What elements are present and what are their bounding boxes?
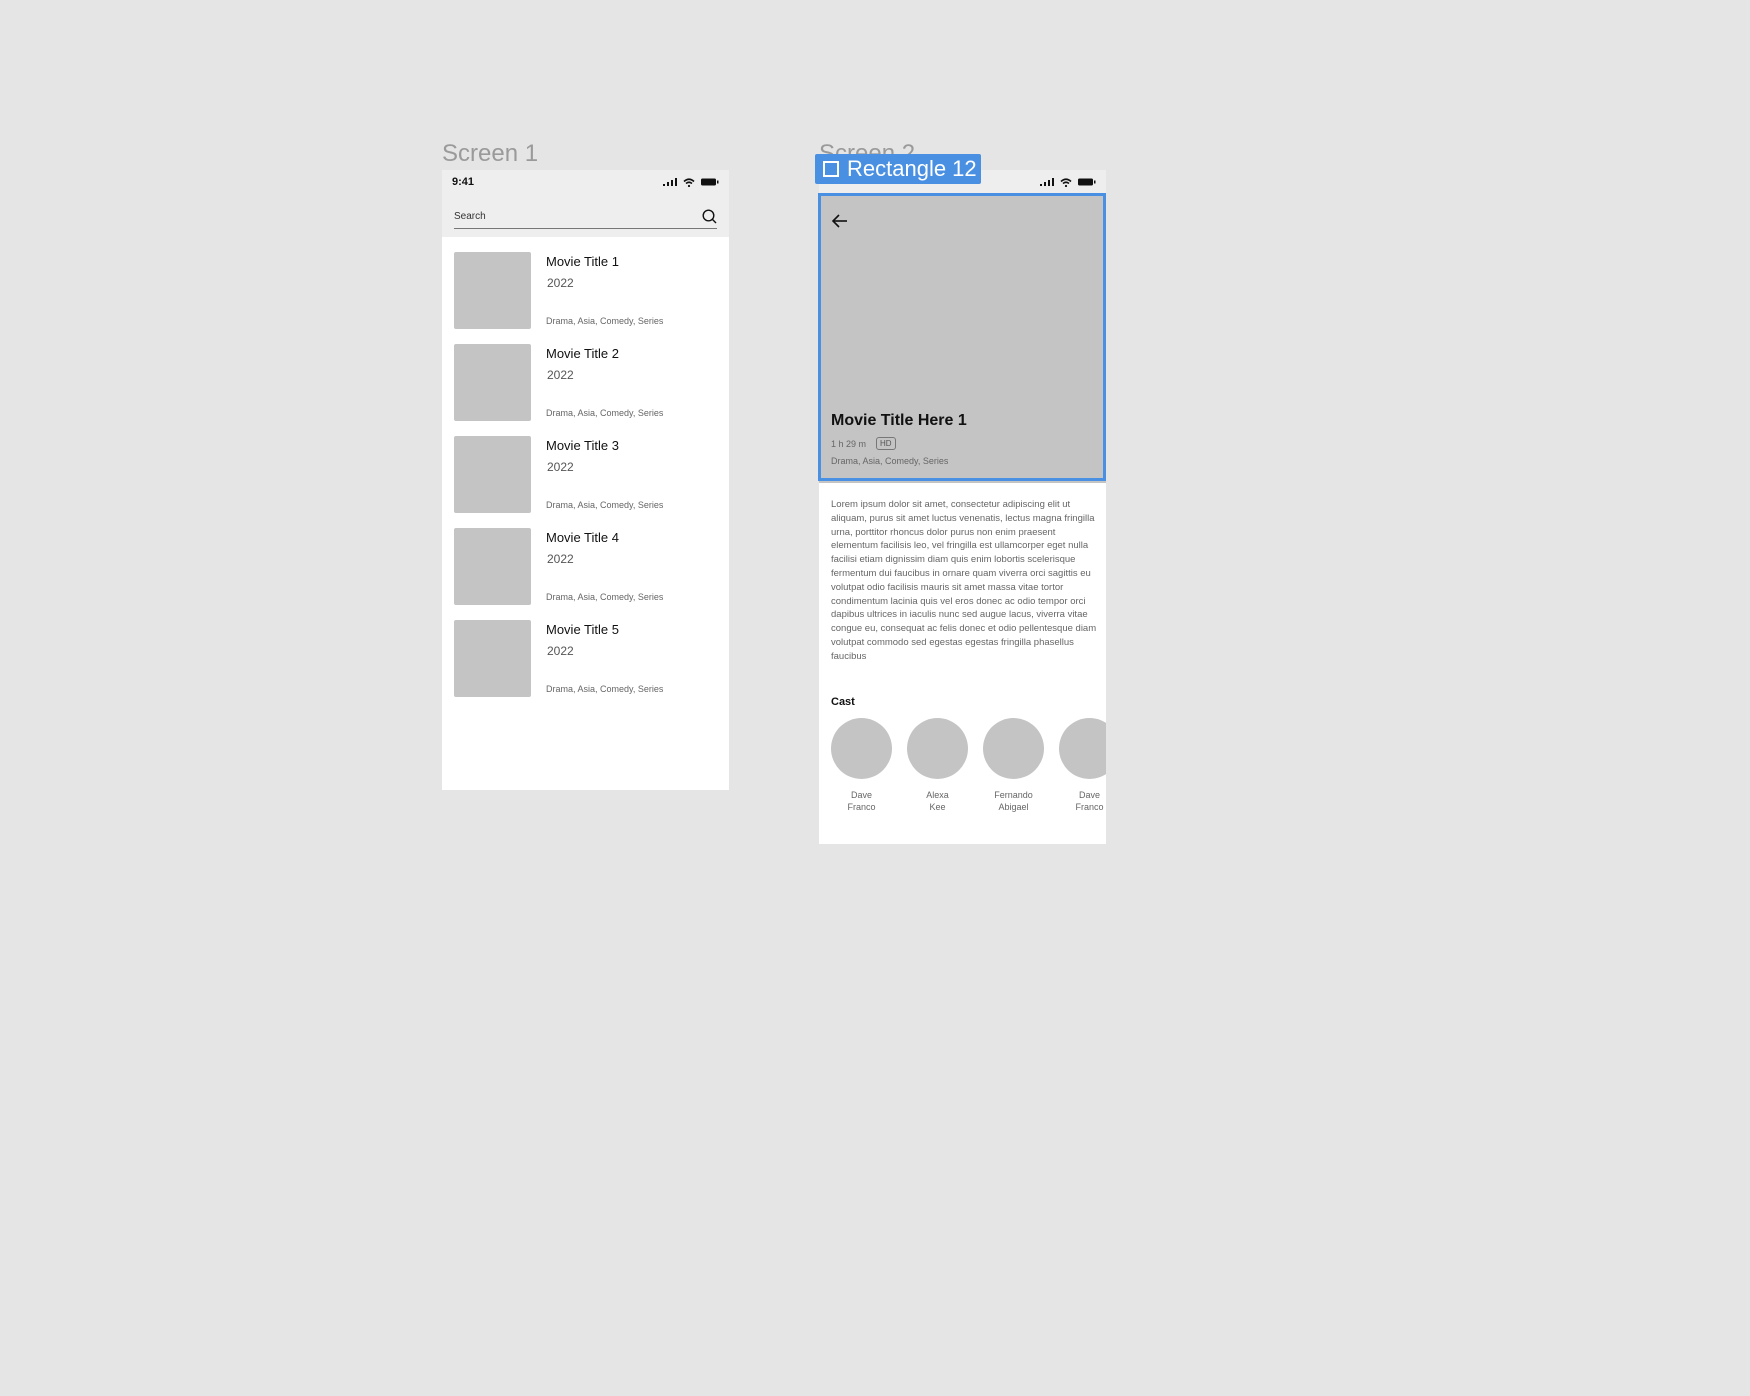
cast-last-name: Franco [847, 802, 876, 812]
cast-first-name: Dave [1078, 790, 1100, 800]
screen-2-frame[interactable]: Movie Title Here 1 1 h 29 m HD Drama, As… [819, 170, 1106, 844]
back-arrow-icon[interactable] [829, 210, 851, 232]
movie-title: Movie Title 4 [546, 530, 619, 545]
movie-title-heading: Movie Title Here 1 [831, 412, 967, 429]
movie-thumbnail [454, 436, 531, 513]
movie-thumbnail [454, 252, 531, 329]
signal-icon [663, 178, 677, 186]
movie-year: 2022 [547, 552, 574, 566]
cast-name: Fernando Abigael [979, 789, 1049, 813]
movie-list-item[interactable]: Movie Title 3 2022 Drama, Asia, Comedy, … [442, 436, 729, 528]
movie-description: Lorem ipsum dolor sit amet, consectetur … [831, 499, 1097, 662]
signal-icon [1040, 178, 1054, 186]
movie-duration: 1 h 29 m [831, 438, 867, 449]
movie-genres: Drama, Asia, Comedy, Series [546, 684, 664, 694]
wifi-icon [683, 177, 695, 187]
movie-genres: Drama, Asia, Comedy, Series [546, 500, 664, 510]
cast-name: Dave Franco [1055, 789, 1107, 813]
cast-name: Alexa Kee [903, 789, 973, 813]
cast-first-name: Alexa [926, 790, 949, 800]
movie-year: 2022 [547, 368, 574, 382]
movie-meta: 1 h 29 m HD [831, 437, 896, 450]
cast-member[interactable]: Alexa Kee [907, 718, 968, 813]
battery-icon [1078, 178, 1096, 186]
movie-list-item[interactable]: Movie Title 2 2022 Drama, Asia, Comedy, … [442, 344, 729, 436]
hd-badge: HD [876, 437, 896, 450]
movie-title: Movie Title 2 [546, 346, 619, 361]
hero-image-rectangle-12[interactable]: Movie Title Here 1 1 h 29 m HD Drama, As… [819, 194, 1106, 483]
cast-member[interactable]: Dave Franco [831, 718, 892, 813]
cast-first-name: Fernando [994, 790, 1033, 800]
cast-list: Dave Franco Alexa Kee Fernando Abigael Dave… [831, 718, 1106, 813]
cast-heading: Cast [831, 696, 855, 708]
design-canvas: Screen 1 9:41 Movie Title 1 2022 Drama, … [0, 0, 1750, 1396]
movie-list-item[interactable]: Movie Title 1 2022 Drama, Asia, Comedy, … [442, 252, 729, 344]
movie-title: Movie Title 5 [546, 622, 619, 637]
status-bar: 9:41 [442, 170, 729, 194]
battery-icon [701, 178, 719, 186]
avatar [831, 718, 892, 779]
status-time: 9:41 [452, 176, 475, 188]
cast-name: Dave Franco [827, 789, 897, 813]
cast-last-name: Franco [1075, 802, 1104, 812]
cast-first-name: Dave [850, 790, 872, 800]
movie-thumbnail [454, 528, 531, 605]
movie-list-item[interactable]: Movie Title 5 2022 Drama, Asia, Comedy, … [442, 620, 729, 712]
avatar [983, 718, 1044, 779]
movie-genres: Drama, Asia, Comedy, Series [831, 456, 949, 466]
avatar [907, 718, 968, 779]
movie-genres: Drama, Asia, Comedy, Series [546, 408, 664, 418]
cast-member[interactable]: Dave Franco [1059, 718, 1106, 813]
movie-title: Movie Title 1 [546, 254, 619, 269]
cast-member[interactable]: Fernando Abigael [983, 718, 1044, 813]
search-input[interactable] [454, 210, 654, 222]
status-icons [1040, 177, 1096, 187]
screen-1-frame[interactable]: 9:41 Movie Title 1 2022 Drama, Asia, Com… [442, 170, 729, 790]
search-icon[interactable] [702, 208, 717, 224]
movie-thumbnail [454, 620, 531, 697]
movie-title: Movie Title 3 [546, 438, 619, 453]
selection-layer-tag[interactable]: Rectangle 12 [815, 154, 981, 184]
layer-name: Rectangle 12 [847, 156, 977, 181]
search-bar [454, 204, 717, 229]
movie-year: 2022 [547, 276, 574, 290]
cast-last-name: Kee [929, 802, 946, 812]
movie-genres: Drama, Asia, Comedy, Series [546, 592, 664, 602]
movie-list-item[interactable]: Movie Title 4 2022 Drama, Asia, Comedy, … [442, 528, 729, 620]
rectangle-layer-icon [823, 161, 839, 177]
movie-thumbnail [454, 344, 531, 421]
status-icons [663, 177, 719, 187]
movie-year: 2022 [547, 460, 574, 474]
movie-year: 2022 [547, 644, 574, 658]
avatar [1059, 718, 1106, 779]
cast-last-name: Abigael [998, 802, 1029, 812]
wifi-icon [1060, 177, 1072, 187]
movie-list: Movie Title 1 2022 Drama, Asia, Comedy, … [442, 252, 729, 712]
frame-label-screen-1[interactable]: Screen 1 [442, 140, 538, 168]
movie-genres: Drama, Asia, Comedy, Series [546, 316, 664, 326]
